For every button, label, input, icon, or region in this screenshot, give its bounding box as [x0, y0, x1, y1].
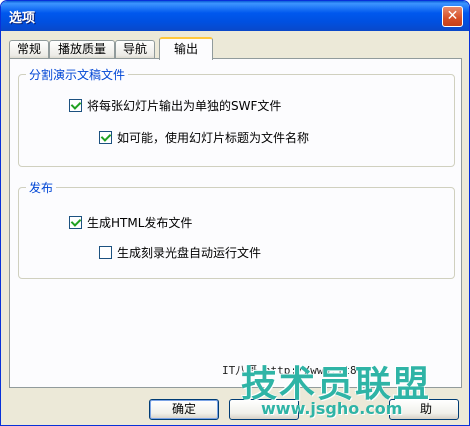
use-slide-title-checkbox-row[interactable]: 如可能，使用幻灯片标题为文件名称 — [99, 129, 309, 145]
tab-output[interactable]: 输出 — [159, 37, 213, 60]
use-slide-title-label: 如可能，使用幻灯片标题为文件名称 — [117, 130, 310, 145]
tab-navigation[interactable]: 导航 — [115, 40, 155, 59]
title-bar[interactable]: 选项 ✕ — [1, 1, 469, 31]
tab-general[interactable]: 常规 — [9, 40, 49, 59]
tab-playback-quality[interactable]: 播放质量 — [49, 40, 115, 59]
split-group-legend: 分割演示文稿文件 — [26, 66, 129, 83]
split-swf-label: 将每张幻灯片输出为单独的SWF文件 — [87, 98, 282, 113]
generate-html-checkbox-row[interactable]: 生成HTML发布文件 — [69, 214, 192, 230]
window-title: 选项 — [9, 11, 36, 26]
split-presentation-group: 分割演示文稿文件 将每张幻灯片输出为单独的SWF文件 如可能，使用幻灯片标题为文… — [18, 66, 455, 167]
use-slide-title-checkbox[interactable] — [99, 130, 112, 144]
watermark-url-text: www.jsgho.com — [261, 399, 403, 418]
generate-html-checkbox[interactable] — [69, 215, 82, 229]
autorun-cd-checkbox[interactable] — [99, 245, 112, 259]
publish-group: 发布 生成HTML发布文件 生成刻录光盘自动运行文件 — [18, 179, 455, 279]
autorun-cd-label: 生成刻录光盘自动运行文件 — [117, 245, 262, 260]
options-dialog: 选项 ✕ 常规 播放质量 导航 输出 分割演示文稿文件 将每张幻灯片输出为单独的… — [0, 0, 470, 426]
publish-group-legend: 发布 — [26, 179, 57, 196]
generate-html-label: 生成HTML发布文件 — [87, 215, 193, 230]
close-button[interactable]: ✕ — [442, 6, 463, 27]
split-swf-checkbox-row[interactable]: 将每张幻灯片输出为单独的SWF文件 — [69, 97, 281, 113]
ok-button[interactable]: 确定 — [149, 399, 219, 420]
split-swf-checkbox[interactable] — [69, 98, 82, 112]
close-icon: ✕ — [446, 8, 459, 24]
autorun-cd-checkbox-row[interactable]: 生成刻录光盘自动运行文件 — [99, 244, 261, 260]
output-tab-panel: 分割演示文稿文件 将每张幻灯片输出为单独的SWF文件 如可能，使用幻灯片标题为文… — [9, 58, 462, 388]
